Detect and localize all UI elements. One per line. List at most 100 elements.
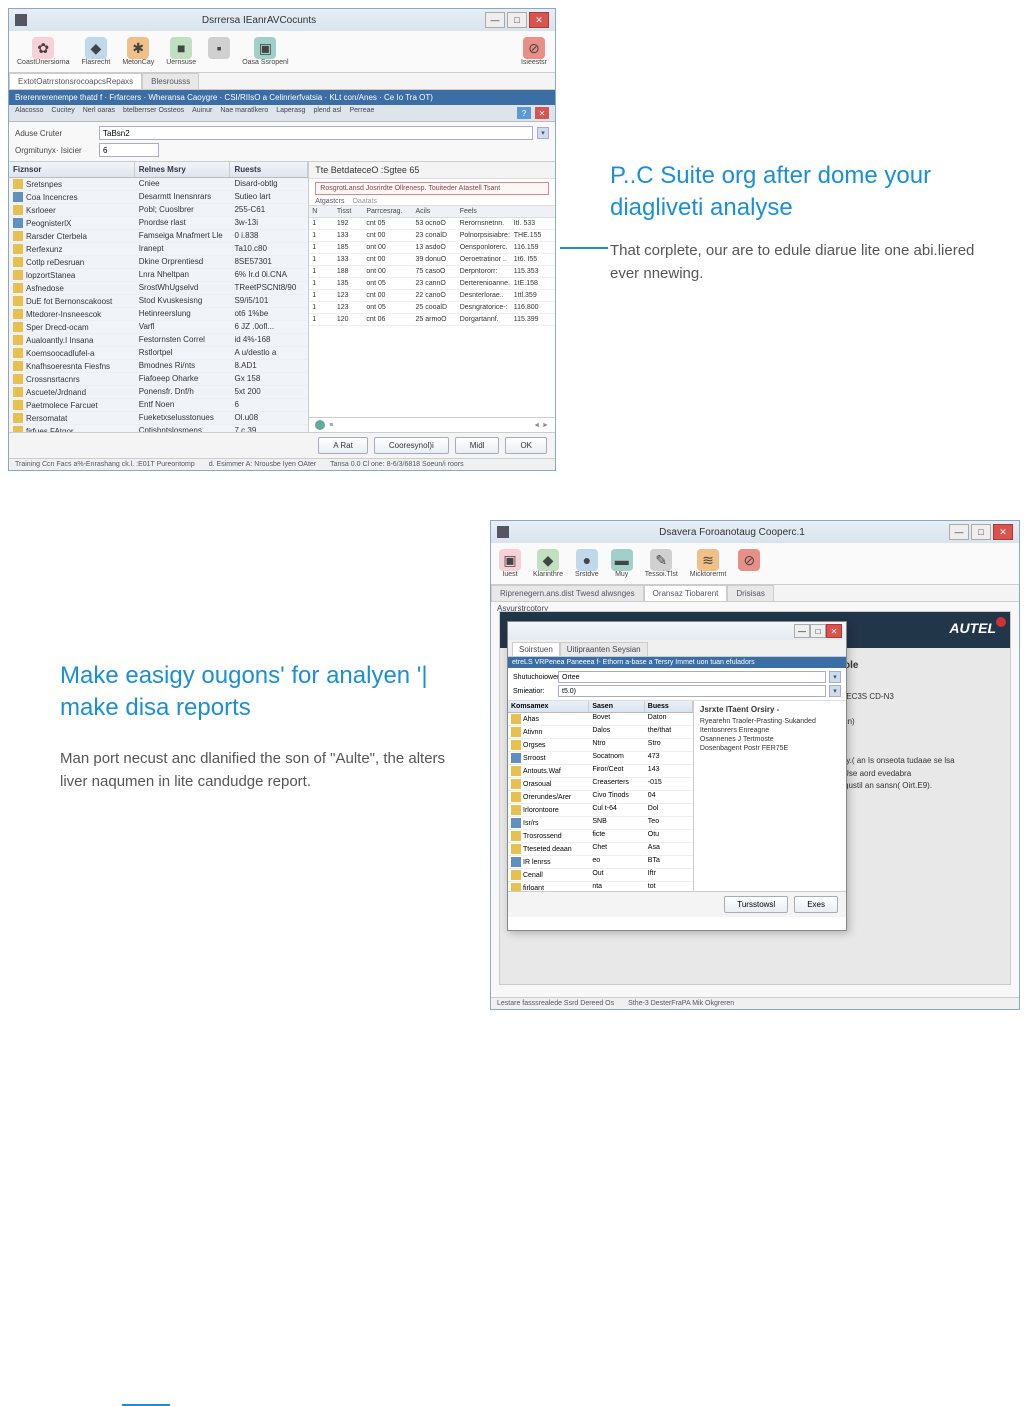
detail-tab[interactable]: Oaatats — [352, 198, 377, 205]
table-row[interactable]: CenallOutIftr — [508, 869, 693, 882]
col-header[interactable]: Parrcesrag. — [363, 206, 412, 217]
col-header[interactable]: Relnes Msry — [135, 162, 231, 177]
table-row[interactable]: DuE fot BernonscakoostStod KvuskesisngS9… — [9, 295, 308, 308]
table-row[interactable]: 1123cnt 0022 canoODesnterlorae..1ttl.359 — [309, 290, 555, 302]
toolbar-item[interactable]: ⊘ — [734, 547, 764, 580]
table-row[interactable]: OrasoualCreaserters-015 — [508, 778, 693, 791]
table-row[interactable]: 1123ont 0525 cooalDDesngratorice-:116.80… — [309, 302, 555, 314]
sub-item[interactable]: Auinur — [192, 107, 212, 119]
minimize-button[interactable]: — — [485, 12, 505, 28]
help-icon[interactable]: ? — [517, 107, 531, 119]
sub-item[interactable]: Nae maratlkero — [220, 107, 268, 119]
toolbar-item[interactable]: ≋Micktorermt — [686, 547, 731, 580]
maximize-button[interactable]: □ — [507, 12, 527, 28]
col-header[interactable]: Buess — [645, 701, 693, 712]
table-row[interactable]: Aualoantly.I InsanaFestornsten Correlid … — [9, 334, 308, 347]
table-row[interactable]: Knafhsoeresnta FiesfnsBmodnes Ri/nts8.AD… — [9, 360, 308, 373]
detail-tab[interactable]: Atgastcrs — [315, 198, 344, 205]
sub-item[interactable]: Laperasg — [276, 107, 305, 119]
table-row[interactable]: Coa IncencresDesarmtt InensnrarsSutieo l… — [9, 191, 308, 204]
col-header[interactable]: Feels — [457, 206, 511, 217]
toolbar-item[interactable]: ▪ — [204, 35, 234, 68]
table-row[interactable]: Rarsder CterbelaFamseiga Mnafmert Lle0 i… — [9, 230, 308, 243]
col-header[interactable]: Tisst — [334, 206, 363, 217]
table-row[interactable]: Mtedorer-InsneescokHetinreerslungot6 1%b… — [9, 308, 308, 321]
dropdown-icon[interactable]: ▾ — [829, 671, 841, 683]
col-header[interactable]: Sasen — [589, 701, 644, 712]
dialog-button[interactable]: Midl — [455, 437, 500, 454]
col-header[interactable]: Ruests — [230, 162, 308, 177]
table-row[interactable]: Koemsoocadlufel-aRstlortpelA u/destlo a — [9, 347, 308, 360]
sub-item[interactable]: Cucitey — [51, 107, 74, 119]
table-row[interactable]: AhasBovetDaton — [508, 713, 693, 726]
toolbar-item[interactable]: ▣Oasa Ssropenl — [238, 35, 292, 68]
table-row[interactable]: AtivnnDalosthe/that — [508, 726, 693, 739]
filter-input[interactable] — [558, 671, 826, 683]
table-row[interactable]: Orerundes/ArerCivo Tinods04 — [508, 791, 693, 804]
toolbar-item[interactable]: ▬Muy — [607, 547, 637, 580]
toolbar-item[interactable]: ⊘Isieestsr — [517, 35, 551, 68]
table-row[interactable]: Paetmolece FarcuetEntf Noen6 — [9, 399, 308, 412]
toolbar-item[interactable]: ◆Klarinthre — [529, 547, 567, 580]
table-row[interactable]: Isr/rsSNBTeo — [508, 817, 693, 830]
table-row[interactable]: OrgsesNtroStro — [508, 739, 693, 752]
table-row[interactable]: KsrloeerPobl; Cuoslbrer255-C61 — [9, 204, 308, 217]
dialog-maximize-button[interactable]: □ — [810, 624, 826, 638]
table-row[interactable]: AsfnedoseSrostWhUgselvdTReetPSCNt8/90 — [9, 282, 308, 295]
tab[interactable]: Drisisas — [727, 585, 773, 601]
tab[interactable]: Oransaz Tiobarent — [644, 585, 728, 601]
dialog-button[interactable]: Tursstowsl — [724, 896, 788, 913]
table-row[interactable]: RerfexunzIraneptTa10.c80 — [9, 243, 308, 256]
table-row[interactable]: PeognisterlXPnordse rlast3w-13i — [9, 217, 308, 230]
col-header[interactable]: N — [309, 206, 334, 217]
filter-input-1[interactable] — [99, 126, 533, 140]
toolbar-item[interactable]: ✿CoastUnersiorna — [13, 35, 74, 68]
table-row[interactable]: IrlorontooreCul t-64Dol — [508, 804, 693, 817]
col-header[interactable]: Fiznsor — [9, 162, 135, 177]
close-button[interactable]: ✕ — [529, 12, 549, 28]
toolbar-item[interactable]: ■Uernsuse — [162, 35, 200, 68]
tab-secondary[interactable]: Blesrousss — [142, 73, 199, 89]
table-row[interactable]: CrossnsrtacnrsFiafoeep OharkeGx 158 — [9, 373, 308, 386]
table-row[interactable]: Antouts.WafFiror/Ceot143 — [508, 765, 693, 778]
dialog-button[interactable]: Exes — [794, 896, 838, 913]
col-header[interactable]: Komsamex — [508, 701, 589, 712]
dropdown-icon[interactable]: ▾ — [829, 685, 841, 697]
sub-item[interactable]: Alacosso — [15, 107, 43, 119]
col-header[interactable] — [511, 206, 555, 217]
dialog-minimize-button[interactable]: — — [794, 624, 810, 638]
sub-item[interactable]: btelberrser Ossteos — [123, 107, 184, 119]
table-row[interactable]: firfues FAtgorCntishntslosmens7.c 39 — [9, 425, 308, 432]
toolbar-item[interactable]: ✱MetonCay — [118, 35, 158, 68]
toolbar-item[interactable]: ◆Flasrecht — [78, 35, 115, 68]
table-row[interactable]: SrroostSocatnom473 — [508, 752, 693, 765]
dropdown-icon[interactable]: ▾ — [537, 127, 549, 139]
table-row[interactable]: Sper Drecd-ocamVarfl6 JZ .0ofl... — [9, 321, 308, 334]
dialog-button[interactable]: A Rat — [318, 437, 368, 454]
dialog-tab[interactable]: Soirstuen — [512, 642, 560, 656]
tab-reports[interactable]: ExtotOatrrstonsrocoapcsRepaxs — [9, 73, 142, 89]
sub-item[interactable]: Perreae — [349, 107, 374, 119]
table-row[interactable]: 1185ont 0013 asdoOOensponlorerc.116.159 — [309, 242, 555, 254]
table-row[interactable]: Ascuete/JrdnandPonensfr. Dnf/h5xt 200 — [9, 386, 308, 399]
dialog-tab[interactable]: Uitipraanten Seysian — [560, 642, 648, 656]
maximize-button[interactable]: □ — [971, 524, 991, 540]
table-row[interactable]: 1188ont 0075 casoODerpntororr:115.353 — [309, 266, 555, 278]
table-row[interactable]: Tteseted deaanChetAsa — [508, 843, 693, 856]
dialog-button[interactable]: Cooresynol)i — [374, 437, 449, 454]
table-row[interactable]: SretsnpesCnieeDisard-obtlg — [9, 178, 308, 191]
toolbar-item[interactable]: ▣Iuest — [495, 547, 525, 580]
table-row[interactable]: 1192cnt 0553 ocnoORerornsnetnn.ItI. 533 — [309, 218, 555, 230]
table-row[interactable]: 1133cnt 0023 conalDPolnorpsisiabre:THE.1… — [309, 230, 555, 242]
table-row[interactable]: 1120cnt 0625 armoODorgartannf.115.399 — [309, 314, 555, 326]
dialog-close-button[interactable]: ✕ — [826, 624, 842, 638]
table-row[interactable]: IR lenrsseoBTa — [508, 856, 693, 869]
table-row[interactable]: Cotlp reDesruanDkine Orprentiesd8SE57301 — [9, 256, 308, 269]
panel-close-icon[interactable]: ✕ — [535, 107, 549, 119]
minimize-button[interactable]: — — [949, 524, 969, 540]
filter-input[interactable] — [558, 685, 826, 697]
close-button[interactable]: ✕ — [993, 524, 1013, 540]
table-row[interactable]: TrosrossendficteOtu — [508, 830, 693, 843]
dialog-button[interactable]: OK — [505, 437, 547, 454]
table-row[interactable]: 1133cnt 0039 donuOOeroetratinor ..1t6. I… — [309, 254, 555, 266]
